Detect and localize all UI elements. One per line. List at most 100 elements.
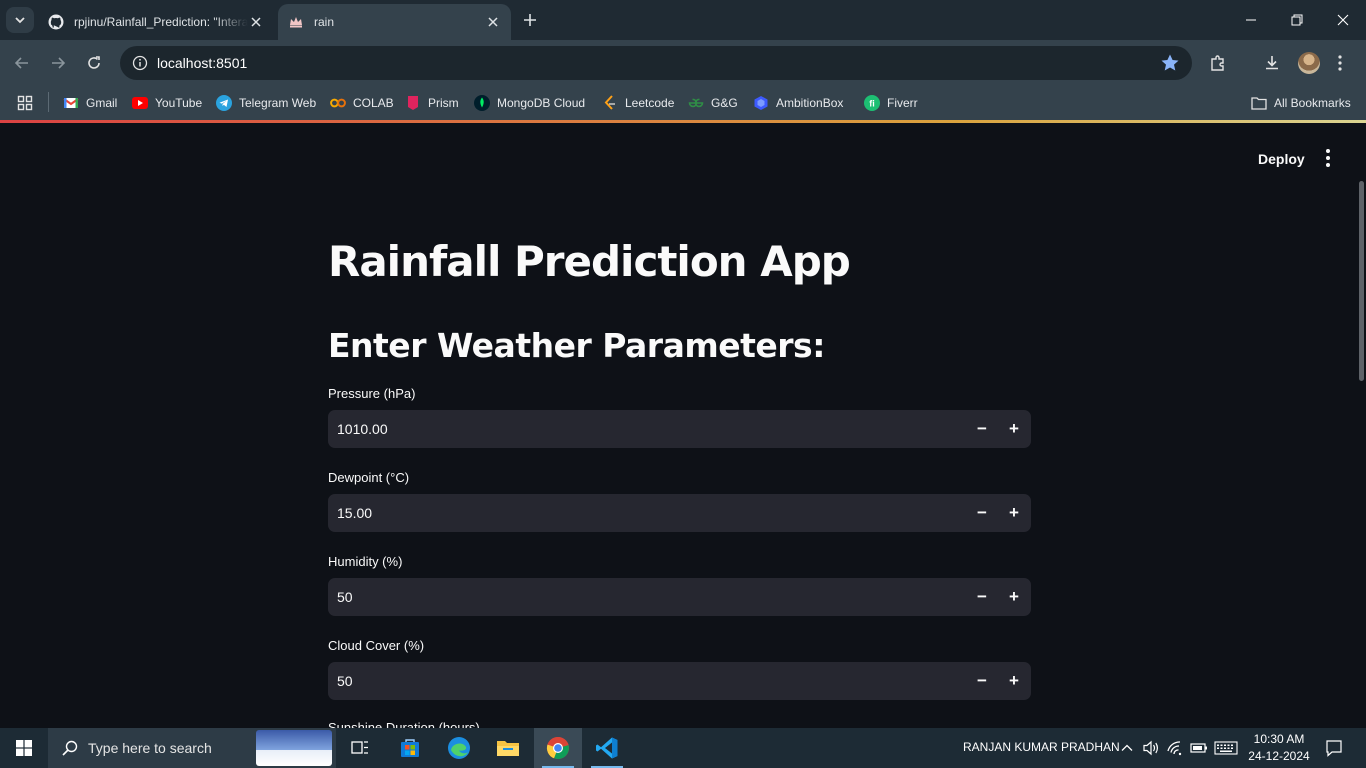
cloud-cover-input[interactable]: 50 − + (328, 662, 1031, 700)
apps-button[interactable] (17, 91, 40, 115)
increment-button[interactable]: + (1000, 415, 1028, 443)
bookmark-fiverr[interactable]: fi Fiverr (864, 91, 918, 115)
dewpoint-value[interactable]: 15.00 (337, 505, 372, 521)
edge-icon (448, 737, 470, 759)
file-explorer-app[interactable] (484, 728, 532, 768)
restore-button[interactable] (1274, 0, 1320, 40)
close-icon (1337, 14, 1349, 26)
cloud-cover-label: Cloud Cover (%) (328, 638, 425, 653)
site-info-icon[interactable] (128, 51, 152, 75)
downloads-button[interactable] (1259, 50, 1285, 76)
bookmark-star-icon[interactable] (1160, 53, 1180, 73)
humidity-input[interactable]: 50 − + (328, 578, 1031, 616)
notification-icon[interactable] (1324, 739, 1344, 757)
reload-button[interactable] (80, 49, 108, 77)
task-view-icon (351, 741, 368, 754)
increment-button[interactable]: + (1000, 667, 1028, 695)
bookmark-colab[interactable]: COLAB (330, 91, 394, 115)
humidity-label: Humidity (%) (328, 554, 403, 569)
bookmark-gfg[interactable]: G&G (688, 91, 738, 115)
store-icon (401, 739, 419, 757)
decrement-button[interactable]: − (968, 667, 996, 695)
microsoft-store-app[interactable] (386, 728, 434, 768)
bookmark-youtube[interactable]: YouTube (132, 91, 202, 115)
folder-icon (1251, 95, 1267, 111)
all-bookmarks-label: All Bookmarks (1274, 96, 1351, 110)
dewpoint-input[interactable]: 15.00 − + (328, 494, 1031, 532)
restore-icon (1291, 14, 1303, 26)
clock-time: 10:30 AM (1253, 732, 1305, 746)
tab-github[interactable]: rpjinu/Rainfall_Prediction: "Interactive… (38, 4, 274, 40)
bookmark-gmail[interactable]: Gmail (63, 91, 117, 115)
chevron-down-icon (15, 17, 25, 24)
vscode-app[interactable] (583, 728, 631, 768)
gmail-icon (63, 95, 79, 111)
extensions-button[interactable] (1205, 50, 1231, 76)
start-button[interactable] (0, 728, 48, 768)
task-view-button[interactable] (336, 728, 384, 768)
browser-toolbar: localhost:8501 (0, 40, 1366, 86)
tab-search-button[interactable] (6, 7, 34, 33)
address-bar[interactable]: localhost:8501 (120, 46, 1192, 80)
decrement-button[interactable]: − (968, 583, 996, 611)
close-icon[interactable] (248, 14, 264, 30)
ambitionbox-icon (753, 95, 769, 111)
tab-rain[interactable]: rain (278, 4, 511, 40)
keyboard-icon[interactable] (1214, 739, 1238, 757)
decrement-button[interactable]: − (968, 499, 996, 527)
bookmark-label: Gmail (86, 96, 118, 110)
increment-button[interactable]: + (1000, 583, 1028, 611)
all-bookmarks-folder[interactable]: All Bookmarks (1251, 91, 1351, 115)
pressure-input[interactable]: 1010.00 − + (328, 410, 1031, 448)
bookmark-label: MongoDB Cloud (497, 96, 586, 110)
close-window-button[interactable] (1320, 0, 1366, 40)
chevron-up-icon[interactable] (1118, 739, 1136, 757)
wifi-icon[interactable] (1166, 739, 1184, 757)
humidity-value[interactable]: 50 (337, 589, 353, 605)
pressure-value[interactable]: 1010.00 (337, 421, 388, 437)
cloud-cover-value[interactable]: 50 (337, 673, 353, 689)
page-title: Rainfall Prediction App (328, 237, 851, 286)
increment-button[interactable]: + (1000, 499, 1028, 527)
taskbar-search-box[interactable]: Type here to search (48, 728, 336, 768)
page-scrollbar[interactable] (1359, 181, 1364, 381)
bookmark-label: Fiverr (887, 96, 918, 110)
download-icon (1266, 56, 1278, 70)
edge-app[interactable] (435, 728, 483, 768)
chrome-app[interactable] (534, 728, 582, 768)
close-icon[interactable] (485, 14, 501, 30)
reload-icon (88, 56, 100, 69)
bookmark-label: YouTube (155, 96, 203, 110)
bookmark-label: COLAB (353, 96, 394, 110)
bookmark-ambitionbox[interactable]: AmbitionBox (753, 91, 843, 115)
back-button[interactable] (8, 49, 36, 77)
telegram-icon (216, 95, 232, 111)
bookmark-telegram[interactable]: Telegram Web (216, 91, 316, 115)
bookmark-leetcode[interactable]: Leetcode (602, 91, 674, 115)
browser-tab-strip: rpjinu/Rainfall_Prediction: "Interactive… (0, 0, 1366, 40)
dewpoint-label: Dewpoint (°C) (328, 470, 410, 485)
pressure-label: Pressure (hPa) (328, 386, 416, 401)
section-heading: Enter Weather Parameters: (328, 326, 825, 365)
profile-avatar[interactable] (1298, 52, 1320, 74)
github-icon (48, 14, 64, 30)
chrome-menu-button[interactable] (1327, 50, 1353, 76)
plus-icon (524, 14, 536, 26)
bookmark-prism[interactable]: Prism (405, 91, 459, 115)
search-highlight-illustration (256, 730, 332, 766)
minimize-button[interactable] (1228, 0, 1274, 40)
bookmark-mongodb[interactable]: MongoDB Cloud (474, 91, 585, 115)
deploy-button[interactable]: Deploy (1252, 147, 1311, 171)
arrow-left-icon (14, 57, 28, 69)
gfg-icon (688, 95, 704, 111)
main-menu-icon[interactable] (1318, 147, 1338, 169)
fiverr-icon: fi (864, 95, 880, 111)
volume-icon[interactable] (1142, 739, 1160, 757)
new-tab-button[interactable] (518, 10, 542, 30)
forward-button[interactable] (44, 49, 72, 77)
taskbar-clock[interactable]: 10:30 AM 24-12-2024 (1246, 731, 1312, 765)
decrement-button[interactable]: − (968, 415, 996, 443)
user-name: RANJAN KUMAR PRADHAN (963, 740, 1120, 754)
battery-icon[interactable] (1190, 739, 1208, 757)
tab-title: rpjinu/Rainfall_Prediction: "Interactive… (74, 15, 248, 29)
